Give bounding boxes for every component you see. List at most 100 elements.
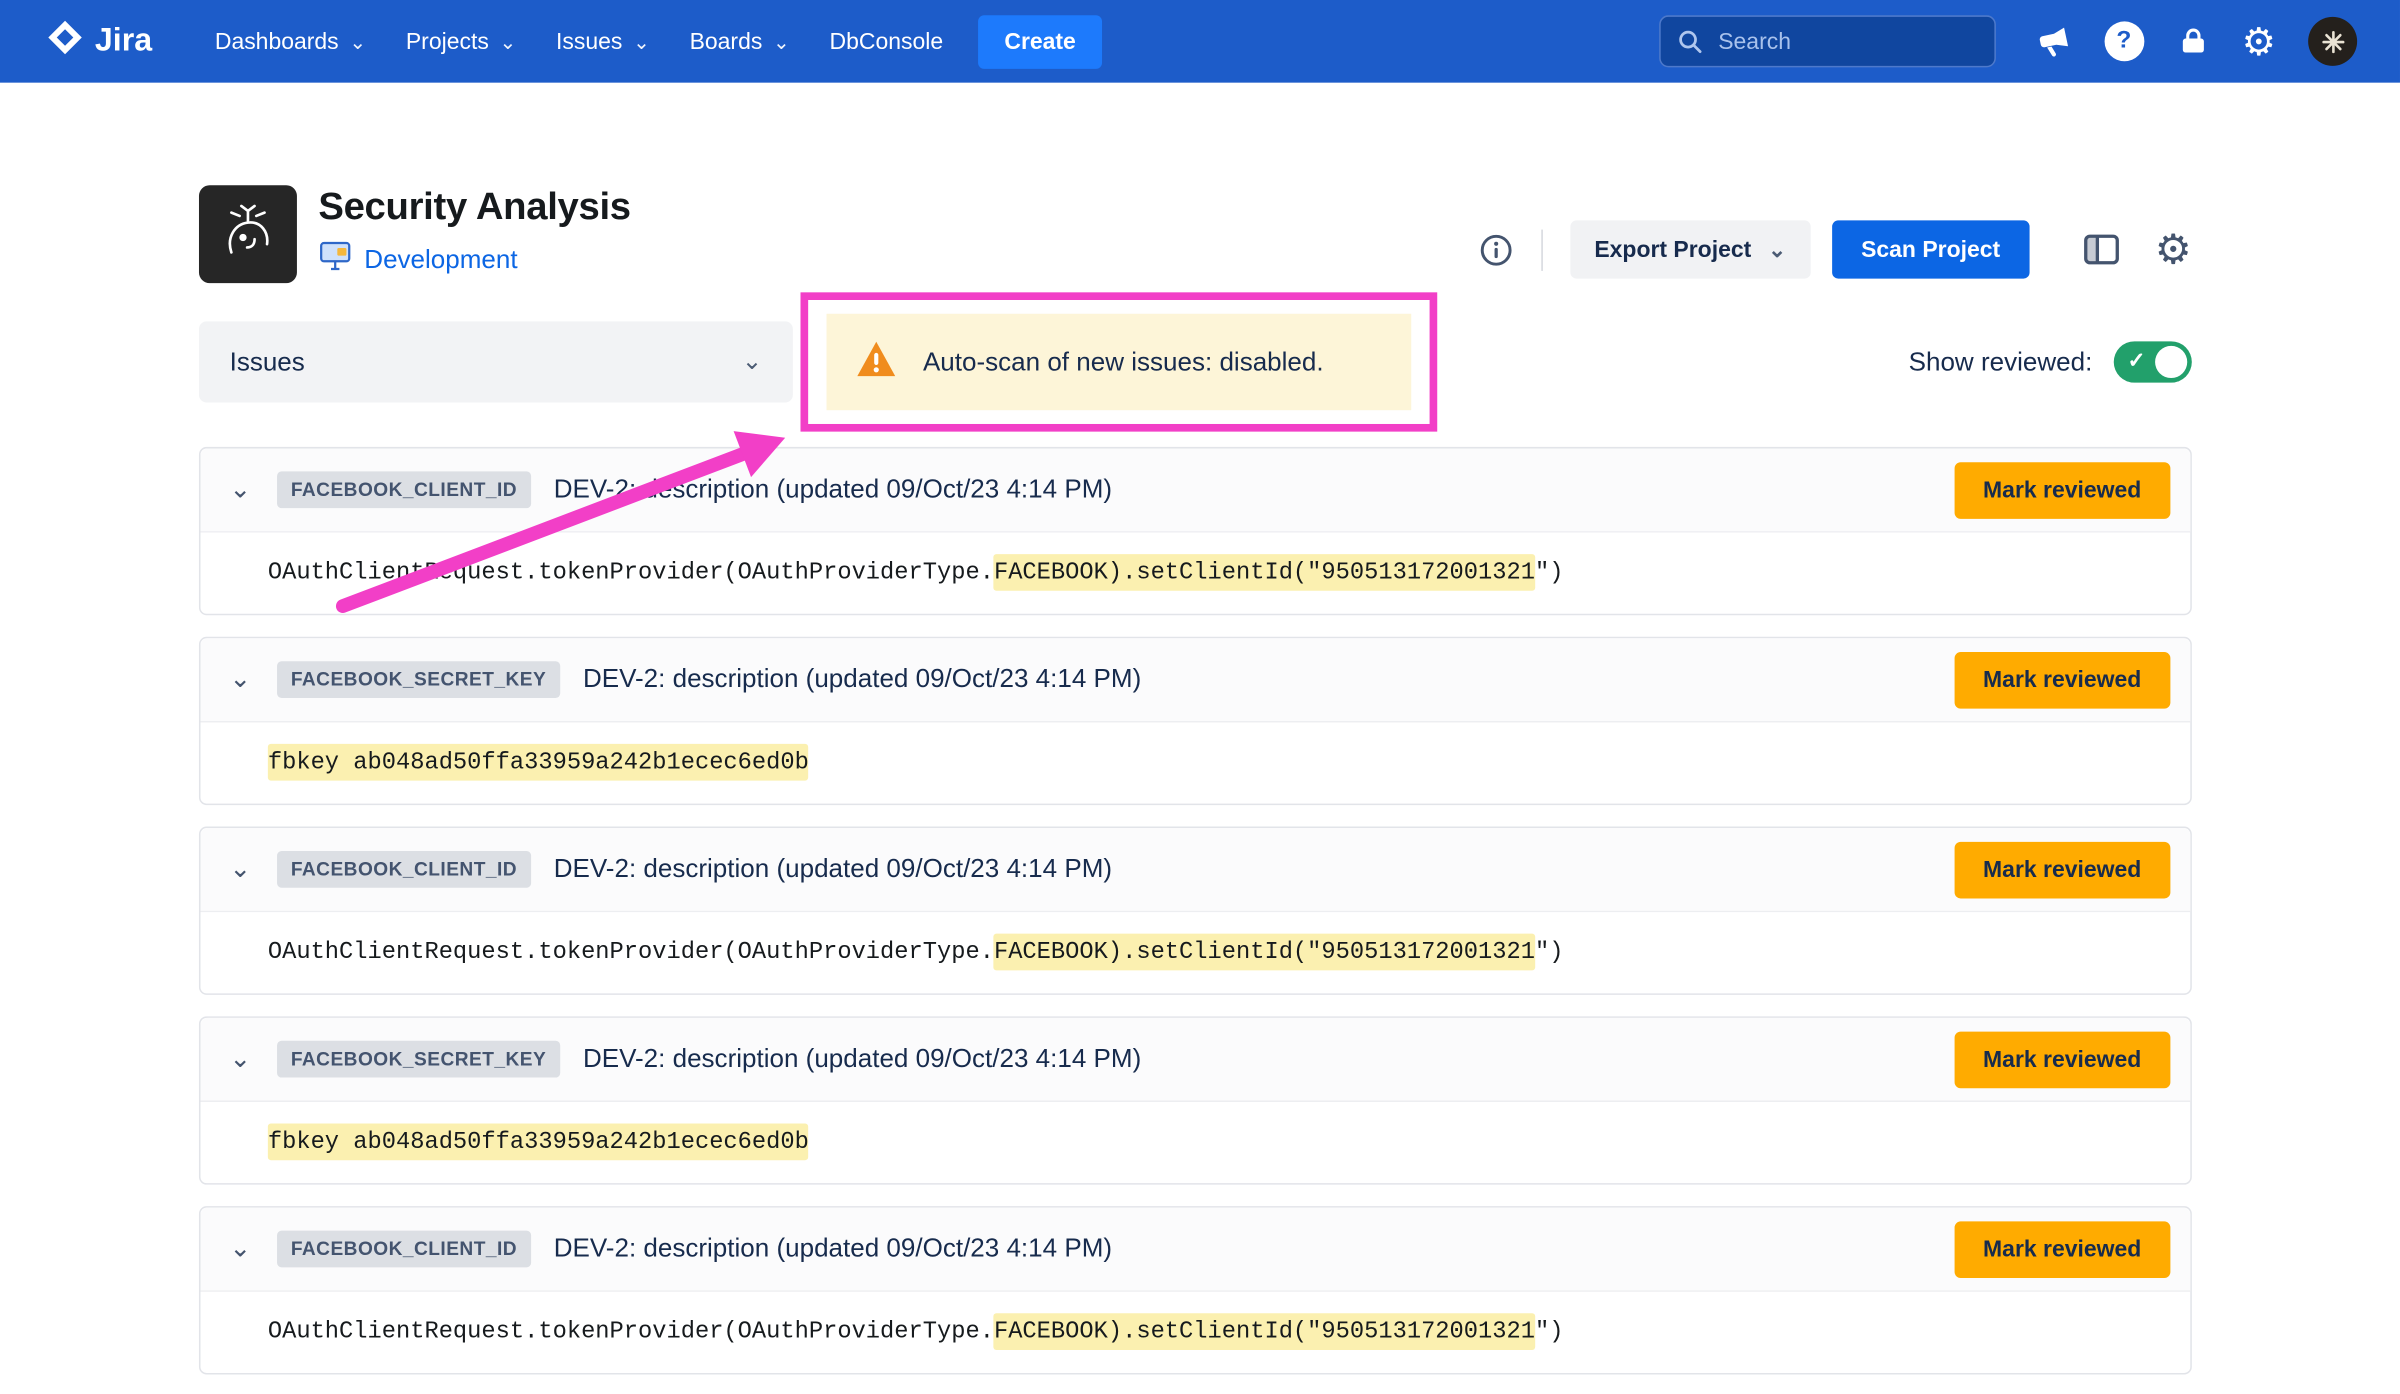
code-segment: OAuthClientRequest.tokenProvider(OAuthPr…	[268, 938, 994, 966]
issue-code-body: OAuthClientRequest.tokenProvider(OAuthPr…	[201, 1292, 2191, 1373]
search-box	[1659, 15, 1996, 67]
code-line: OAuthClientRequest.tokenProvider(OAuthPr…	[268, 554, 1564, 591]
mark-reviewed-button[interactable]: Mark reviewed	[1954, 461, 2170, 518]
code-segment: ")	[1535, 559, 1563, 587]
code-line: OAuthClientRequest.tokenProvider(OAuthPr…	[268, 1313, 1564, 1350]
code-segment-highlighted: FACEBOOK).setClientId("950513172001321	[994, 554, 1535, 591]
issue-title: DEV-2: description (updated 09/Oct/23 4:…	[554, 854, 1112, 885]
code-segment: OAuthClientRequest.tokenProvider(OAuthPr…	[268, 1318, 994, 1346]
code-segment-highlighted: FACEBOOK).setClientId("950513172001321	[994, 934, 1535, 971]
page-title: Security Analysis	[318, 185, 630, 229]
show-reviewed-toggle[interactable]: ✓	[2114, 341, 2192, 382]
nav-item-label: Dashboards	[215, 28, 339, 54]
details-panel-icon[interactable]	[2081, 230, 2121, 270]
issue-card-header[interactable]: ⌄ FACEBOOK_CLIENT_ID DEV-2: description …	[201, 828, 2191, 912]
development-project-icon	[318, 240, 352, 280]
code-line: OAuthClientRequest.tokenProvider(OAuthPr…	[268, 934, 1564, 971]
issue-card: ⌄ FACEBOOK_SECRET_KEY DEV-2: description…	[199, 1016, 2192, 1184]
settings-gear-icon[interactable]: ⚙	[2155, 229, 2192, 270]
code-segment: ")	[1535, 1318, 1563, 1346]
code-segment-highlighted: fbkey ab048ad50ffa33959a242b1ecec6ed0b	[268, 1123, 809, 1160]
chevron-down-icon[interactable]: ⌄	[228, 854, 252, 885]
warning-banner: Auto-scan of new issues: disabled.	[827, 314, 1412, 410]
mark-reviewed-button[interactable]: Mark reviewed	[1954, 841, 2170, 898]
app-window: Jira Dashboards ⌄ Projects ⌄ Issues ⌄ Bo…	[0, 0, 2400, 1394]
issue-card: ⌄ FACEBOOK_CLIENT_ID DEV-2: description …	[199, 447, 2192, 615]
toggle-knob	[2155, 346, 2187, 378]
chevron-down-icon[interactable]: ⌄	[228, 664, 252, 695]
nav-item-label: Projects	[406, 28, 489, 54]
issue-type-badge: FACEBOOK_CLIENT_ID	[277, 1231, 531, 1268]
chevron-down-icon[interactable]: ⌄	[228, 474, 252, 505]
top-navbar: Jira Dashboards ⌄ Projects ⌄ Issues ⌄ Bo…	[0, 0, 2400, 83]
nav-item-projects[interactable]: Projects ⌄	[386, 15, 536, 69]
divider	[1541, 229, 1543, 270]
jira-logo[interactable]: Jira	[46, 18, 152, 64]
jira-logo-text: Jira	[95, 23, 152, 60]
title-block: Security Analysis Development	[318, 185, 630, 280]
code-line: fbkey ab048ad50ffa33959a242b1ecec6ed0b	[268, 1123, 809, 1160]
gear-icon[interactable]: ⚙	[2242, 22, 2276, 60]
issue-code-body: fbkey ab048ad50ffa33959a242b1ecec6ed0b	[201, 1102, 2191, 1183]
lock-icon[interactable]	[2176, 24, 2210, 58]
scan-project-button[interactable]: Scan Project	[1832, 220, 2029, 278]
announcements-icon[interactable]	[2034, 22, 2072, 60]
issues-list: ⌄ FACEBOOK_CLIENT_ID DEV-2: description …	[199, 447, 2192, 1387]
project-link-row[interactable]: Development	[318, 240, 630, 280]
info-icon[interactable]	[1478, 232, 1513, 267]
show-reviewed-control: Show reviewed: ✓	[1909, 341, 2192, 382]
mark-reviewed-button[interactable]: Mark reviewed	[1954, 651, 2170, 708]
jira-logo-icon	[46, 18, 84, 64]
issue-card: ⌄ FACEBOOK_SECRET_KEY DEV-2: description…	[199, 637, 2192, 805]
search-input[interactable]	[1659, 15, 1996, 67]
header-actions: Export Project ⌄ Scan Project ⚙	[1478, 220, 2192, 278]
code-segment-highlighted: fbkey ab048ad50ffa33959a242b1ecec6ed0b	[268, 744, 809, 781]
issue-card-header[interactable]: ⌄ FACEBOOK_CLIENT_ID DEV-2: description …	[201, 1208, 2191, 1292]
issue-card: ⌄ FACEBOOK_CLIENT_ID DEV-2: description …	[199, 1206, 2192, 1374]
issue-title: DEV-2: description (updated 09/Oct/23 4:…	[554, 1234, 1112, 1265]
code-segment: ")	[1535, 938, 1563, 966]
mark-reviewed-button[interactable]: Mark reviewed	[1954, 1221, 2170, 1278]
issues-filter-dropdown[interactable]: Issues ⌄	[199, 321, 793, 402]
issue-code-body: OAuthClientRequest.tokenProvider(OAuthPr…	[201, 533, 2191, 614]
project-link[interactable]: Development	[364, 245, 517, 276]
chevron-down-icon: ⌄	[742, 350, 763, 374]
code-segment-highlighted: FACEBOOK).setClientId("950513172001321	[994, 1313, 1535, 1350]
export-project-button[interactable]: Export Project ⌄	[1570, 220, 1811, 278]
help-icon[interactable]: ?	[2104, 21, 2144, 61]
user-avatar[interactable]	[2308, 17, 2357, 66]
create-button[interactable]: Create	[978, 15, 1102, 69]
issue-card-header[interactable]: ⌄ FACEBOOK_CLIENT_ID DEV-2: description …	[201, 448, 2191, 532]
code-segment: OAuthClientRequest.tokenProvider(OAuthPr…	[268, 559, 994, 587]
navbar-right: ? ⚙	[1659, 15, 2358, 67]
chevron-down-icon: ⌄	[500, 31, 517, 51]
chevron-down-icon: ⌄	[633, 31, 650, 51]
project-header: Security Analysis Development Export Pro…	[199, 185, 2192, 283]
chevron-down-icon[interactable]: ⌄	[228, 1044, 252, 1075]
search-icon	[1675, 28, 1703, 63]
issue-title: DEV-2: description (updated 09/Oct/23 4:…	[554, 474, 1112, 505]
issue-code-body: OAuthClientRequest.tokenProvider(OAuthPr…	[201, 912, 2191, 993]
issue-card-header[interactable]: ⌄ FACEBOOK_SECRET_KEY DEV-2: description…	[201, 638, 2191, 722]
export-project-label: Export Project	[1594, 236, 1751, 262]
issue-card-header[interactable]: ⌄ FACEBOOK_SECRET_KEY DEV-2: description…	[201, 1018, 2191, 1102]
warning-icon	[856, 339, 897, 385]
chevron-down-icon[interactable]: ⌄	[228, 1234, 252, 1265]
project-avatar	[199, 185, 297, 283]
issue-type-badge: FACEBOOK_SECRET_KEY	[277, 661, 560, 698]
mark-reviewed-button[interactable]: Mark reviewed	[1954, 1031, 2170, 1088]
issue-type-badge: FACEBOOK_SECRET_KEY	[277, 1041, 560, 1078]
nav-item-label: Boards	[690, 28, 763, 54]
chevron-down-icon: ⌄	[349, 31, 366, 51]
nav-item-boards[interactable]: Boards ⌄	[670, 15, 810, 69]
warning-message: Auto-scan of new issues: disabled.	[923, 347, 1324, 378]
code-line: fbkey ab048ad50ffa33959a242b1ecec6ed0b	[268, 744, 809, 781]
nav-item-label: DbConsole	[830, 28, 944, 54]
nav-item-issues[interactable]: Issues ⌄	[536, 15, 670, 69]
nav-item-label: Issues	[556, 28, 622, 54]
main-nav: Dashboards ⌄ Projects ⌄ Issues ⌄ Boards …	[195, 15, 1102, 69]
issue-type-badge: FACEBOOK_CLIENT_ID	[277, 851, 531, 888]
nav-item-dbconsole[interactable]: DbConsole	[810, 15, 963, 69]
nav-item-dashboards[interactable]: Dashboards ⌄	[195, 15, 386, 69]
chevron-down-icon: ⌄	[773, 31, 790, 51]
